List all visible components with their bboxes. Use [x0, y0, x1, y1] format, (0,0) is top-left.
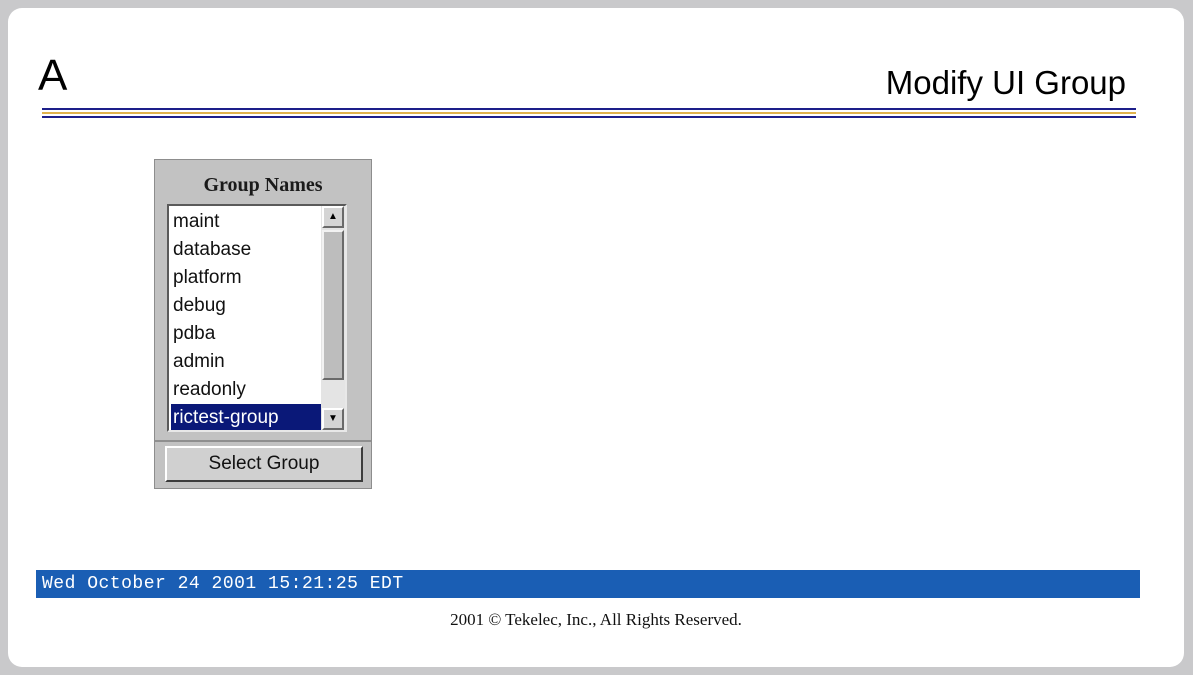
- list-item-selected[interactable]: rictest-group: [171, 404, 321, 430]
- header-rule-middle: [42, 112, 1136, 114]
- panel-divider: [155, 440, 371, 442]
- scrollbar-thumb[interactable]: [322, 230, 344, 380]
- status-bar: Wed October 24 2001 15:21:25 EDT: [36, 570, 1140, 598]
- arrow-down-icon[interactable]: ▼: [322, 408, 344, 430]
- group-names-heading: Group Names: [203, 174, 323, 196]
- group-names-panel: Group Names maint database platform debug pd…: [154, 159, 372, 489]
- status-datetime: Wed October 24 2001 15:21:25 EDT: [42, 574, 404, 594]
- select-group-button[interactable]: Select Group: [165, 446, 363, 482]
- list-item[interactable]: pdba: [171, 320, 321, 348]
- page-container: A Modify UI Group Group Names maint datab…: [8, 8, 1184, 667]
- list-item[interactable]: platform: [171, 264, 321, 292]
- list-item[interactable]: maint: [171, 208, 321, 236]
- list-item[interactable]: readonly: [171, 376, 321, 404]
- group-names-listbox[interactable]: maint database platform debug pdba admin reado…: [167, 204, 347, 432]
- header-rule-top: [42, 108, 1136, 110]
- listbox-scrollbar[interactable]: ▲ ▼: [321, 206, 345, 430]
- copyright-notice: 2001 © Tekelec, Inc., All Rights Reserve…: [450, 610, 742, 629]
- group-list: maint database platform debug pdba admin reado…: [171, 208, 321, 430]
- list-item[interactable]: database: [171, 236, 321, 264]
- page-title: Modify UI Group: [885, 64, 1126, 101]
- header-letter: A: [38, 51, 68, 100]
- list-item[interactable]: debug: [171, 292, 321, 320]
- arrow-up-icon[interactable]: ▲: [322, 206, 344, 228]
- header-rule-bottom: [42, 116, 1136, 118]
- list-item[interactable]: admin: [171, 348, 321, 376]
